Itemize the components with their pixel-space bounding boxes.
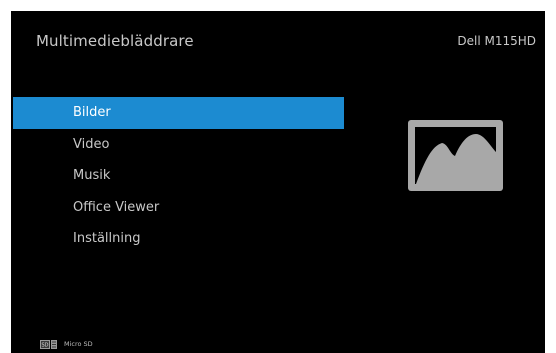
micro-sd-icon: SD (40, 339, 57, 349)
storage-indicator: SD Micro SD (40, 339, 93, 349)
page-title: Multimediebläddrare (36, 32, 194, 50)
menu-item-video[interactable]: Video (13, 129, 344, 161)
main-menu: Bilder Video Musik Office Viewer Inställ… (13, 97, 344, 255)
menu-item-musik[interactable]: Musik (13, 160, 344, 192)
menu-item-bilder[interactable]: Bilder (13, 97, 344, 129)
menu-item-office-viewer[interactable]: Office Viewer (13, 192, 344, 224)
svg-text:SD: SD (41, 342, 48, 348)
menu-item-installning[interactable]: Inställning (13, 223, 344, 255)
picture-icon (408, 120, 503, 191)
device-model-label: Dell M115HD (457, 34, 536, 48)
storage-label: Micro SD (64, 340, 93, 348)
projector-screen: Multimediebläddrare Dell M115HD Bilder V… (11, 11, 545, 353)
